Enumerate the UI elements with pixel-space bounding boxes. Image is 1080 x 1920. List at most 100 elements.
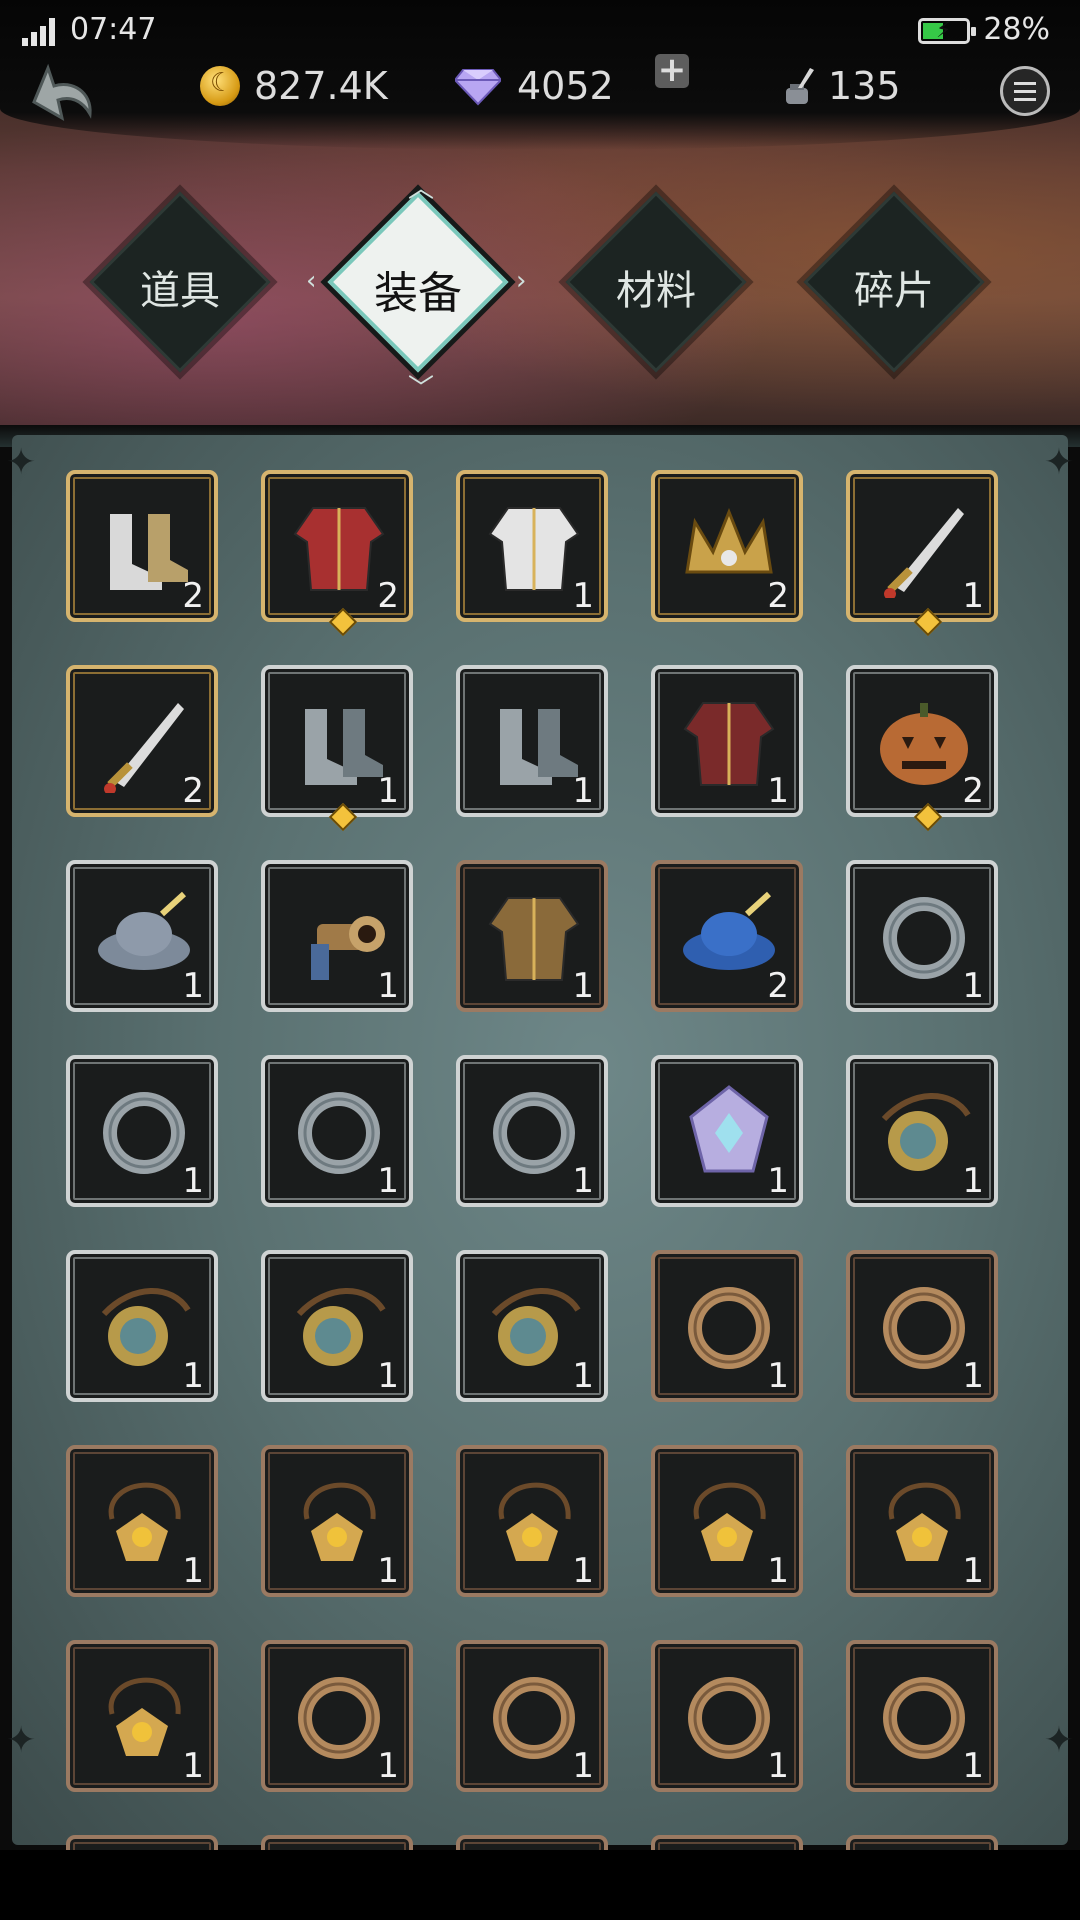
- inventory-slot-brown-shoes[interactable]: 1: [456, 665, 608, 817]
- inventory-slot-crown[interactable]: 2: [651, 470, 803, 622]
- chevron-left-icon: ‹: [306, 266, 317, 296]
- inventory-slot-fur-coat[interactable]: 1: [651, 665, 803, 817]
- bronze-earrings-icon: [883, 1677, 965, 1759]
- inventory-slot-pumpkin-head[interactable]: 2: [846, 665, 998, 832]
- gem-counter: 4052: [455, 58, 614, 114]
- item-quantity: 1: [572, 1356, 594, 1396]
- white-dress-icon: [488, 507, 580, 591]
- inventory-slot-amulet[interactable]: 1: [651, 1445, 803, 1597]
- inventory-slot-curved-blade[interactable]: 2: [66, 665, 218, 817]
- item-quantity: 1: [572, 1551, 594, 1591]
- corner-ornament-icon: ✦: [1043, 1720, 1074, 1761]
- blue-beret-icon: [683, 891, 775, 970]
- inventory-slot-red-uniform[interactable]: 2: [261, 470, 413, 637]
- item-quantity: 1: [962, 966, 984, 1006]
- inventory-slot-white-dress[interactable]: 1: [456, 470, 608, 622]
- inventory-slot-silver-ring[interactable]: 1: [846, 860, 998, 1012]
- inventory-slot-earrings[interactable]: 1: [456, 1055, 608, 1207]
- inventory-slot-silver-ring[interactable]: 1: [66, 1055, 218, 1207]
- inventory-slot-bronze-earrings[interactable]: 1: [456, 1640, 608, 1792]
- item-quantity: 1: [182, 966, 204, 1006]
- battery-percent: 28%: [983, 12, 1050, 47]
- back-arrow-icon: [32, 63, 92, 121]
- gold-counter: 827.4K: [200, 58, 388, 114]
- item-quantity: 2: [182, 771, 204, 811]
- item-quantity: 1: [767, 771, 789, 811]
- inventory-slot-blunderbuss[interactable]: 1: [261, 860, 413, 1012]
- item-quantity: 1: [377, 1161, 399, 1201]
- item-quantity: 1: [182, 1161, 204, 1201]
- green-boots-icon: [305, 709, 383, 785]
- corner-ornament-icon: ✦: [6, 442, 37, 483]
- bronze-earrings-icon: [688, 1677, 770, 1759]
- pumpkin-head-icon: [880, 703, 968, 785]
- menu-button[interactable]: [1000, 66, 1050, 116]
- inventory-slot-feathered-hat[interactable]: 1: [66, 860, 218, 1012]
- monocle-icon: [881, 1093, 971, 1171]
- item-quantity: 1: [767, 1746, 789, 1786]
- gold-amount: 827.4K: [254, 64, 388, 108]
- item-quantity: 1: [182, 1356, 204, 1396]
- item-quantity: 2: [962, 771, 984, 811]
- item-quantity: 1: [377, 1746, 399, 1786]
- fur-coat-icon: [683, 702, 775, 786]
- add-gems-button[interactable]: +: [655, 53, 689, 88]
- feathered-hat-icon: [98, 891, 190, 970]
- item-quantity: 2: [767, 966, 789, 1006]
- item-quantity: 1: [767, 1551, 789, 1591]
- corner-ornament-icon: ✦: [1043, 442, 1074, 483]
- inventory-slot-monocle[interactable]: 1: [456, 1250, 608, 1402]
- inventory-slot-bronze-earrings[interactable]: 1: [651, 1640, 803, 1792]
- inventory-slot-bronze-ring[interactable]: 1: [651, 1250, 803, 1402]
- item-quantity: 1: [572, 1746, 594, 1786]
- monocle-icon: [101, 1288, 191, 1366]
- inventory-slot-bronze-earrings[interactable]: 1: [261, 1640, 413, 1792]
- item-quantity: 1: [767, 1356, 789, 1396]
- item-quantity: 1: [572, 966, 594, 1006]
- back-button[interactable]: [28, 62, 98, 124]
- tab-materials-label: 材料: [616, 268, 696, 314]
- inventory-slot-monocle[interactable]: 1: [261, 1250, 413, 1402]
- dagger-icon: [884, 508, 964, 598]
- diamond-icon: [455, 69, 501, 106]
- gold-coin-icon: [200, 66, 240, 106]
- inventory-slot-crystal-brooch[interactable]: 1: [651, 1055, 803, 1207]
- inventory-slot-earrings[interactable]: 1: [261, 1055, 413, 1207]
- ink-counter: 135: [780, 58, 901, 114]
- silver-ring-icon: [103, 1092, 185, 1174]
- chevron-down-icon: ﹀: [408, 374, 435, 404]
- inventory-slot-bronze-earrings[interactable]: 1: [846, 1640, 998, 1792]
- inventory-slot-monocle[interactable]: 1: [846, 1055, 998, 1207]
- item-quantity: 1: [182, 1551, 204, 1591]
- item-quantity: 1: [962, 1551, 984, 1591]
- item-quantity: 1: [377, 771, 399, 811]
- inventory-slot-winged-boots[interactable]: 2: [66, 470, 218, 622]
- amulet-icon: [108, 1677, 181, 1756]
- status-time: 07:47: [70, 12, 157, 47]
- blunderbuss-icon: [311, 916, 385, 980]
- inventory-slot-monocle[interactable]: 1: [66, 1250, 218, 1402]
- tab-items-label: 道具: [140, 268, 220, 314]
- inventory-slot-amulet[interactable]: 1: [261, 1445, 413, 1597]
- inventory-slot-amulet[interactable]: 1: [66, 1445, 218, 1597]
- inventory-slot-blue-beret[interactable]: 2: [651, 860, 803, 1012]
- inventory-slot-amulet[interactable]: 1: [846, 1445, 998, 1597]
- earrings-icon: [493, 1092, 575, 1174]
- bronze-ring-icon: [688, 1287, 770, 1369]
- item-quantity: 1: [572, 1161, 594, 1201]
- inventory-slot-green-boots[interactable]: 1: [261, 665, 413, 832]
- inventory-slot-bronze-ring[interactable]: 1: [846, 1250, 998, 1402]
- item-quantity: 1: [377, 1356, 399, 1396]
- inventory-slot-peasant-tunic[interactable]: 1: [456, 860, 608, 1012]
- corner-ornament-icon: ✦: [6, 1720, 37, 1761]
- item-quantity: 1: [377, 1551, 399, 1591]
- inkwell-quill-icon: [786, 68, 814, 104]
- item-quantity: 1: [572, 576, 594, 616]
- monocle-icon: [491, 1288, 581, 1366]
- inventory-slot-amulet[interactable]: 1: [66, 1640, 218, 1792]
- inventory-slot-dagger[interactable]: 1: [846, 470, 998, 637]
- peasant-tunic-icon: [488, 897, 580, 981]
- winged-boots-icon: [110, 514, 188, 590]
- amulet-icon: [693, 1482, 766, 1561]
- inventory-slot-amulet[interactable]: 1: [456, 1445, 608, 1597]
